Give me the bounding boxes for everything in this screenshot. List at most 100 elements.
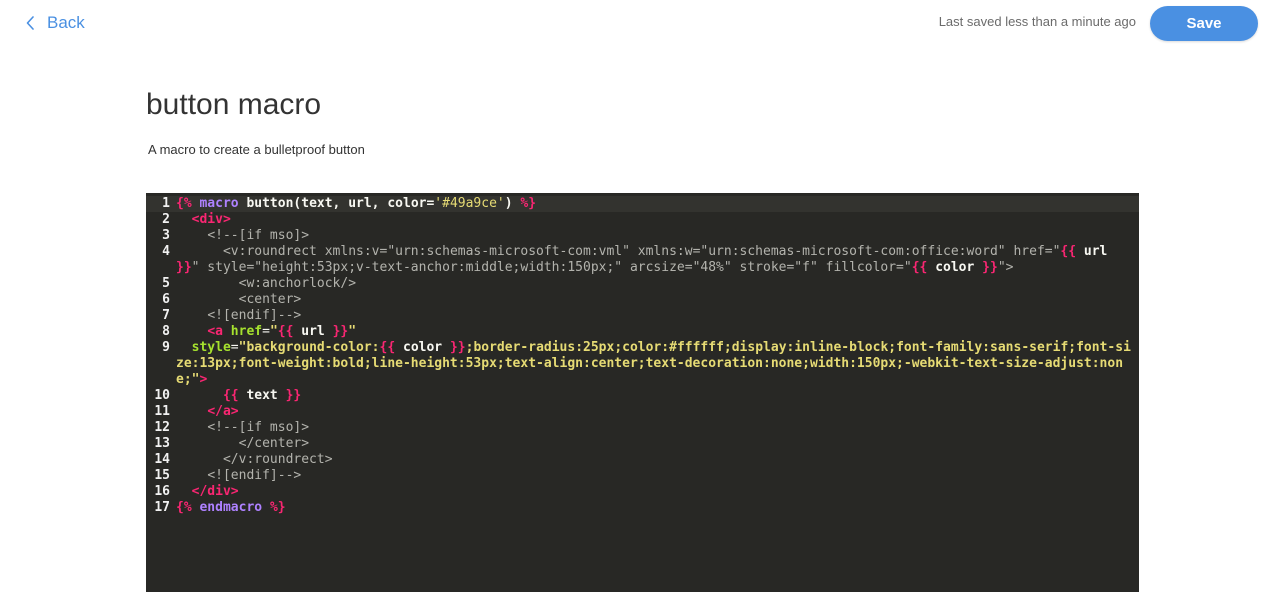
code-line[interactable]: 12 <!--[if mso]> <box>146 420 1139 436</box>
line-number: 8 <box>162 324 170 339</box>
line-number: 15 <box>154 468 170 483</box>
code-token: {{ <box>911 260 928 275</box>
save-button[interactable]: Save <box>1150 6 1258 41</box>
code-token: ) <box>504 196 513 211</box>
code-token: {{ <box>222 388 239 403</box>
code-line[interactable]: 17 {% endmacro %} <box>146 500 1139 516</box>
code-text: style="background-color:{{ color }};bord… <box>170 340 1131 388</box>
code-line[interactable]: 8 <a href="{{ url }}" <box>146 324 1139 340</box>
code-line[interactable]: 15 <![endif]--> <box>146 468 1139 484</box>
code-token: macro <box>199 196 239 211</box>
code-line[interactable]: 14 </v:roundrect> <box>146 452 1139 468</box>
macro-title[interactable]: button macro <box>146 88 321 122</box>
code-token: <a <box>207 324 223 339</box>
code-token: }} <box>176 260 192 275</box>
code-token: {{ <box>277 324 294 339</box>
code-line[interactable]: 6 <center> <box>146 292 1139 308</box>
code-token: button(text, url, color= <box>246 196 435 211</box>
code-token: </v:roundrect> <box>222 452 333 467</box>
save-status: Last saved less than a minute ago <box>938 14 1136 29</box>
code-token: </a> <box>207 404 239 419</box>
line-number: 14 <box>154 452 170 467</box>
code-token: > <box>199 372 208 387</box>
code-line[interactable]: 2 <div> <box>146 212 1139 228</box>
code-text: {{ text }} <box>170 388 1131 404</box>
code-text: <![endif]--> <box>170 468 1131 484</box>
code-token: <v:roundrect xmlns:v="urn:schemas-micros… <box>222 244 1061 259</box>
code-token: <w:anchorlock/> <box>238 276 357 291</box>
code-token: " <box>269 324 278 339</box>
code-line[interactable]: 7 <![endif]--> <box>146 308 1139 324</box>
code-line[interactable]: 4 <v:roundrect xmlns:v="urn:schemas-micr… <box>146 244 1139 276</box>
back-link[interactable]: Back <box>26 12 85 34</box>
macro-description[interactable]: A macro to create a bulletproof button <box>148 142 365 157</box>
code-text: <!--[if mso]> <box>170 228 1131 244</box>
line-number: 13 <box>154 436 170 451</box>
code-text: <v:roundrect xmlns:v="urn:schemas-micros… <box>170 244 1131 276</box>
code-token: </center> <box>238 436 310 451</box>
code-token: style <box>191 340 231 355</box>
code-token: <!--[if mso]> <box>207 228 310 243</box>
code-line[interactable]: 13 </center> <box>146 436 1139 452</box>
code-line[interactable]: 1 {% macro button(text, url, color='#49a9… <box>146 196 1139 212</box>
line-number: 16 <box>154 484 170 499</box>
code-token: url <box>301 324 325 339</box>
code-token: <![endif]--> <box>207 308 302 323</box>
code-line[interactable]: 5 <w:anchorlock/> <box>146 276 1139 292</box>
code-token: " style="height:53px;v-text-anchor:middl… <box>191 260 912 275</box>
code-token: endmacro <box>199 500 263 515</box>
code-token: '#49a9ce' <box>434 196 505 211</box>
code-token: "> <box>997 260 1014 275</box>
code-editor[interactable]: 1 {% macro button(text, url, color='#49a9… <box>146 193 1139 592</box>
line-number: 6 <box>162 292 170 307</box>
code-token: %} <box>520 196 537 211</box>
line-number: 5 <box>162 276 170 291</box>
code-token: }} <box>332 324 349 339</box>
code-line[interactable]: 16 </div> <box>146 484 1139 500</box>
code-token: <!--[if mso]> <box>207 420 310 435</box>
code-text: </div> <box>170 484 1131 500</box>
code-token: = <box>262 324 270 339</box>
code-token: {% <box>176 500 192 515</box>
line-number: 3 <box>162 228 170 243</box>
code-text: <a href="{{ url }}" <box>170 324 1131 340</box>
code-token: href <box>230 324 263 339</box>
code-text: <center> <box>170 292 1131 308</box>
code-lines: 1 {% macro button(text, url, color='#49a9… <box>146 193 1139 516</box>
code-line[interactable]: 10 {{ text }} <box>146 388 1139 404</box>
code-token: <div> <box>191 212 231 227</box>
code-line[interactable]: 11 </a> <box>146 404 1139 420</box>
code-line[interactable]: 9 style="background-color:{{ color }};bo… <box>146 340 1139 388</box>
code-token: " <box>348 324 357 339</box>
line-number: 11 <box>154 404 170 419</box>
code-text: <div> <box>170 212 1131 228</box>
code-token: }} <box>982 260 998 275</box>
line-number: 9 <box>162 340 170 355</box>
code-token: color <box>935 260 975 275</box>
code-token: %} <box>269 500 286 515</box>
code-text: </center> <box>170 436 1131 452</box>
code-token: }} <box>285 388 302 403</box>
code-text: {% macro button(text, url, color='#49a9c… <box>170 196 1131 212</box>
code-token: color <box>403 340 443 355</box>
code-text: <w:anchorlock/> <box>170 276 1131 292</box>
code-line[interactable]: 3 <!--[if mso]> <box>146 228 1139 244</box>
code-token: {{ <box>1060 244 1077 259</box>
chevron-left-icon <box>26 16 35 30</box>
